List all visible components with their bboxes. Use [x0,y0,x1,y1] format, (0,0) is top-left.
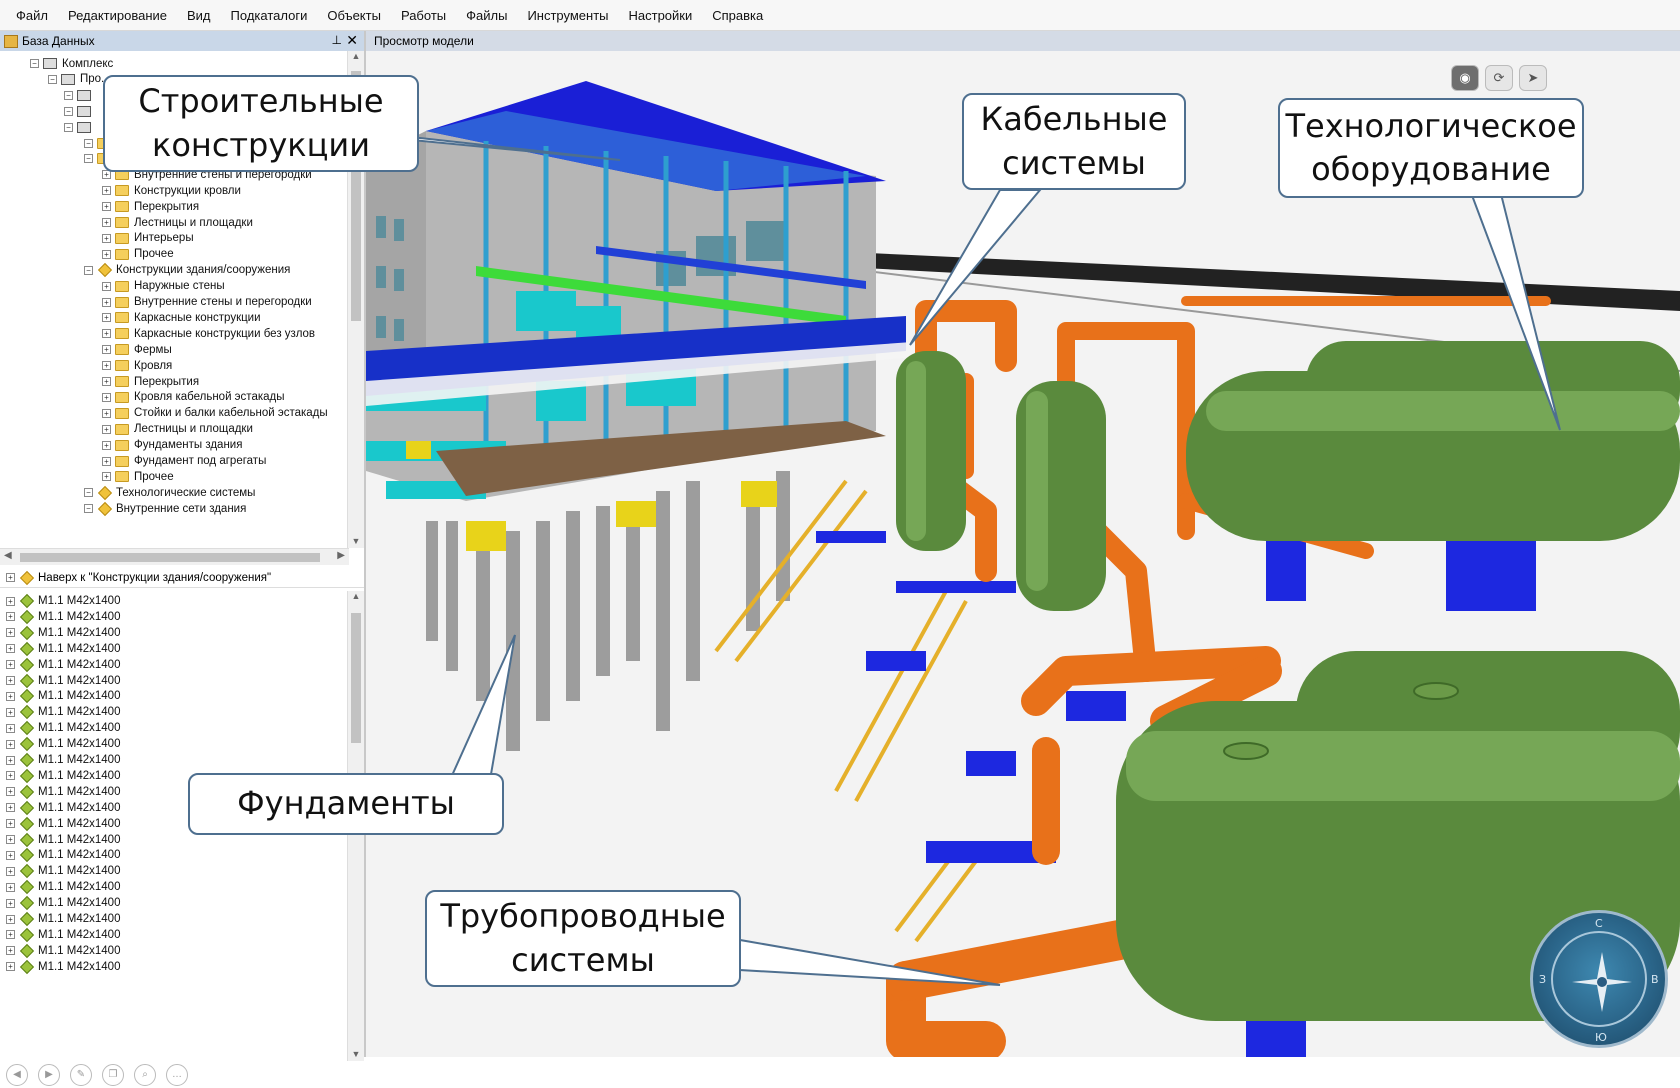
callout-text: Трубопроводные системы [440,897,726,979]
more-icon[interactable]: … [166,1063,188,1086]
search-icon[interactable]: ⌕ [134,1063,156,1086]
nav-toolbar: ◀ ▶ ✎ ❐ ⌕ … [0,1061,364,1088]
compass-e: В [1651,973,1659,986]
callout-equipment: Технологическое оборудование [1278,98,1584,198]
callout-text: Технологическое оборудование [1285,106,1577,188]
copy-icon[interactable]: ❐ [102,1063,124,1086]
callout-foundations: Фундаменты [188,773,504,835]
callout-construction: Строительные конструкции [103,75,419,172]
callout-cable: Кабельные системы [962,93,1186,190]
callout-text: Строительные конструкции [138,82,384,164]
callout-text: Кабельные системы [980,100,1168,182]
compass-w: З [1539,973,1547,986]
compass-rose-icon [1572,952,1632,1012]
compass-s: Ю [1595,1031,1607,1044]
back-icon[interactable]: ◀ [6,1063,28,1086]
compass-n: С [1595,917,1603,930]
compass[interactable]: С Ю В З [1530,910,1668,1048]
callout-text: Фундаменты [237,784,455,823]
forward-icon[interactable]: ▶ [38,1063,60,1086]
edit-icon[interactable]: ✎ [70,1063,92,1086]
callout-pipes: Трубопроводные системы [425,890,741,987]
